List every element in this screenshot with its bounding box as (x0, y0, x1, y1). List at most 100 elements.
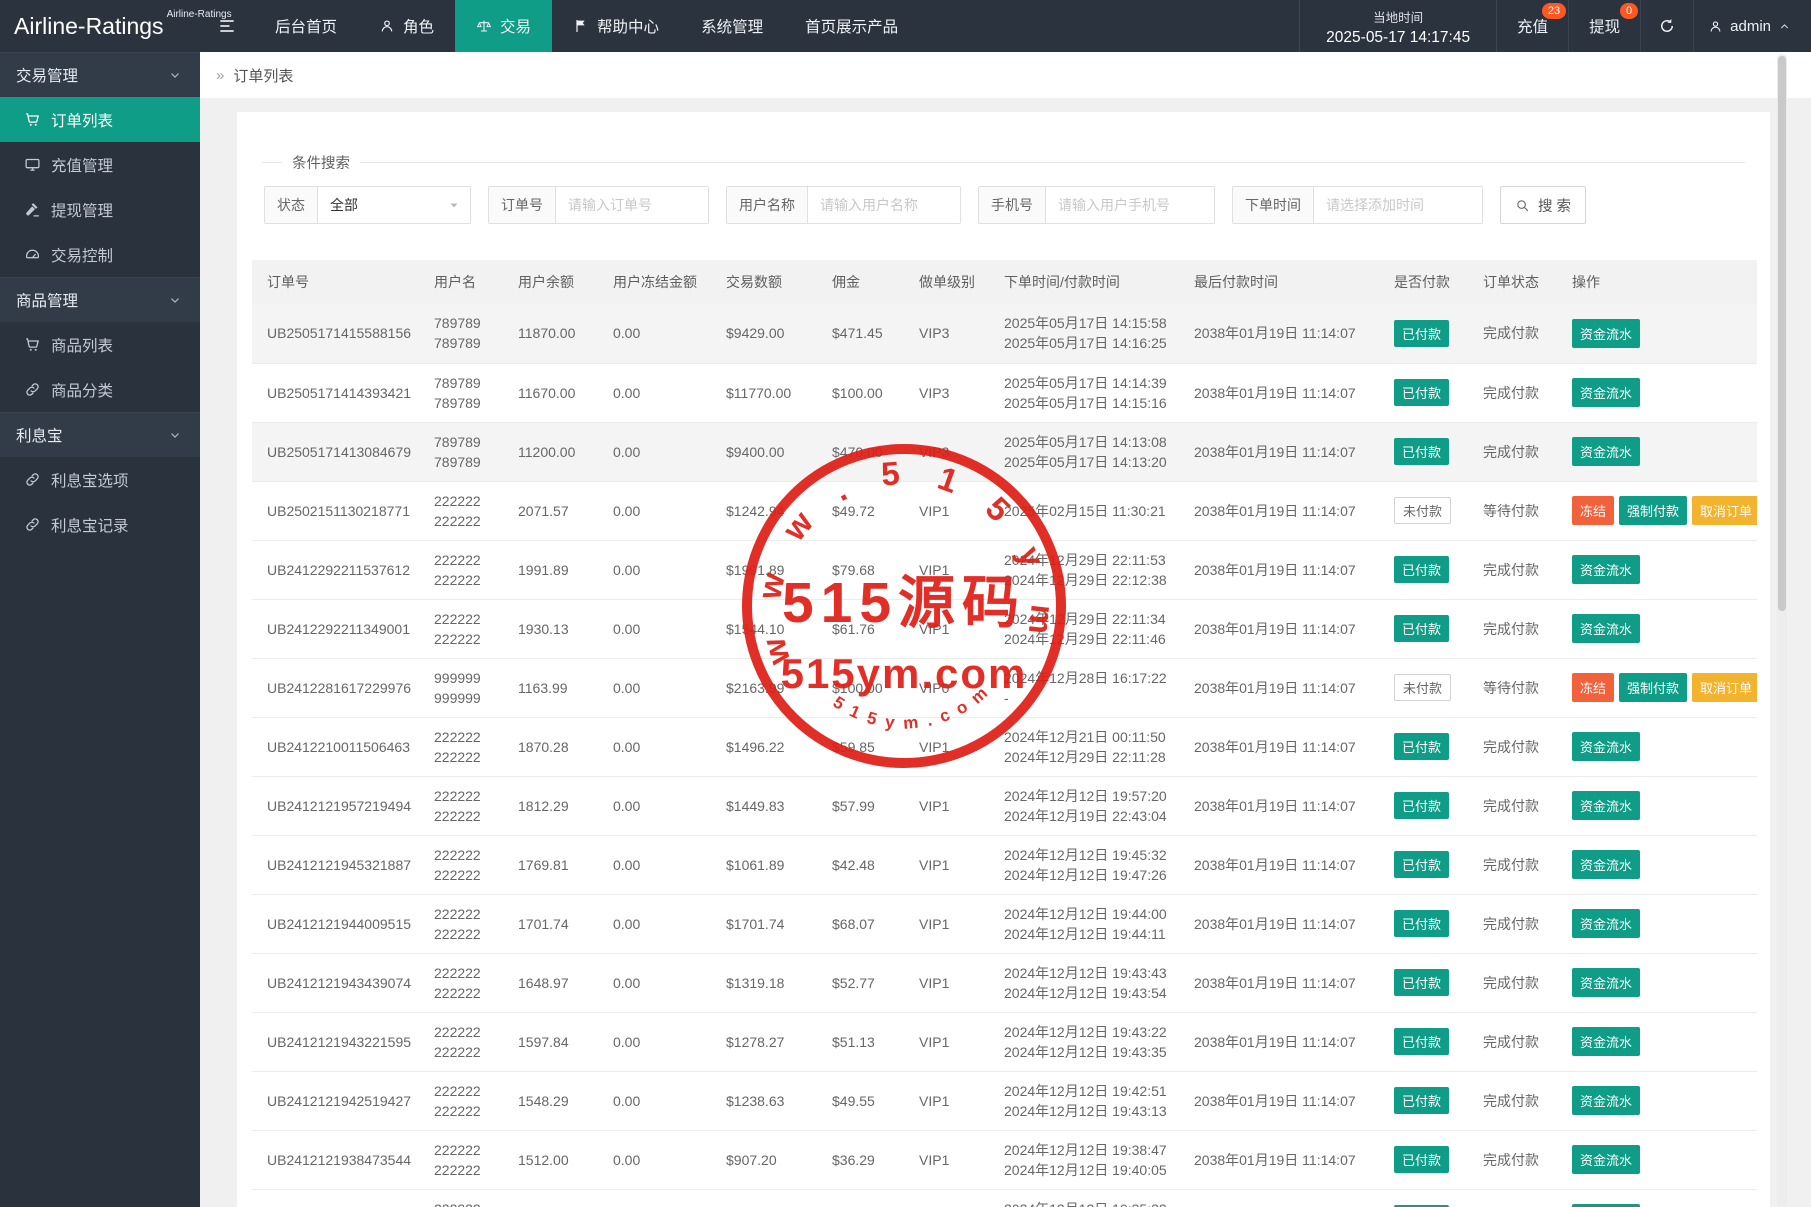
sidebar-item-recharge-mgmt[interactable]: 充值管理 (0, 142, 200, 187)
nav-item-roles[interactable]: 角色 (358, 0, 455, 52)
action-cancel-button[interactable]: 取消订单 (1692, 673, 1757, 702)
table-header-row: 订单号 用户名 用户余额 用户冻结金额 交易数额 佣金 做单级别 下单时间/付款时间 最后付款时… (252, 260, 1757, 304)
hamburger-icon (217, 16, 237, 36)
sidebar-group-trade-mgmt[interactable]: 交易管理 (0, 52, 200, 97)
column-header: 订单状态 (1468, 260, 1557, 304)
search-button[interactable]: 搜 索 (1500, 186, 1587, 224)
cell-username: 222222222222 (419, 953, 503, 1013)
cell-order-time: 2025年05月17日 14:13:08 2025年05月17日 14:13:20 (989, 422, 1179, 482)
action-flow-button[interactable]: 资金流水 (1572, 614, 1641, 643)
action-flow-button[interactable]: 资金流水 (1572, 850, 1641, 879)
cell-level: VIP1 (904, 894, 989, 954)
cell-last-pay-time: 2038年01月19日 11:14:07 (1179, 1130, 1379, 1190)
sidebar-toggle-button[interactable] (200, 0, 254, 52)
sidebar-item-lixibao-options[interactable]: 利息宝选项 (0, 457, 200, 502)
sidebar-group-lixibao[interactable]: 利息宝 (0, 412, 200, 457)
action-flow-button[interactable]: 资金流水 (1572, 968, 1641, 997)
column-header: 交易数额 (711, 260, 817, 304)
cell-commission: $59.85 (817, 717, 904, 777)
column-header: 是否付款 (1379, 260, 1468, 304)
action-flow-button[interactable]: 资金流水 (1572, 909, 1641, 938)
page-scrollbar[interactable] (1777, 54, 1787, 1207)
cell-amount: $1278.27 (711, 1012, 817, 1072)
action-force-button[interactable]: 强制付款 (1619, 673, 1688, 702)
action-flow-button[interactable]: 资金流水 (1572, 1027, 1641, 1056)
cell-frozen: 0.00 (598, 658, 711, 718)
cell-username: 222222222222 (419, 717, 503, 777)
cell-amount: $2163.99 (711, 658, 817, 718)
cell-last-pay-time: 2038年01月19日 11:14:07 (1179, 1071, 1379, 1131)
sidebar-item-label: 订单列表 (51, 112, 114, 130)
refresh-button[interactable] (1641, 0, 1695, 52)
cell-commission: $36.29 (817, 1130, 904, 1190)
sidebar-item-goods-category[interactable]: 商品分类 (0, 367, 200, 412)
nav-item-label: 交易 (500, 19, 532, 36)
withdraw-label: 提现 (1589, 19, 1621, 36)
cell-actions: 资金流水 (1557, 894, 1757, 954)
nav-item-home-products[interactable]: 首页展示产品 (784, 0, 919, 52)
cell-last-pay-time: 2038年01月19日 11:14:07 (1179, 776, 1379, 836)
order-no-input[interactable] (556, 187, 708, 223)
nav-item-system[interactable]: 系统管理 (680, 0, 784, 52)
action-flow-button[interactable]: 资金流水 (1572, 318, 1641, 348)
sidebar-item-goods-list[interactable]: 商品列表 (0, 322, 200, 367)
monitor-icon (24, 156, 41, 173)
sidebar-group-label: 利息宝 (16, 428, 63, 445)
sidebar-item-trade-control[interactable]: 交易控制 (0, 232, 200, 277)
username-input[interactable] (808, 187, 960, 223)
cell-balance: 1870.28 (503, 717, 598, 777)
user-menu[interactable]: admin (1694, 0, 1811, 52)
column-header: 下单时间/付款时间 (989, 260, 1179, 304)
cell-username: 789789 789789 (419, 304, 503, 364)
cart-icon (24, 111, 41, 128)
nav-item-help[interactable]: 帮助中心 (552, 0, 680, 52)
cell-last-pay-time: 2038年01月19日 11:14:07 (1179, 481, 1379, 541)
action-flow-button[interactable]: 资金流水 (1572, 791, 1641, 820)
action-freeze-button[interactable]: 冻结 (1572, 496, 1615, 525)
cell-username: 222222222222 (419, 1071, 503, 1131)
nav-item-home[interactable]: 后台首页 (254, 0, 358, 52)
cell-level: VIP3 (904, 422, 989, 482)
cell-order-status: 完成付款 (1468, 1189, 1557, 1207)
nav-item-trade[interactable]: 交易 (455, 0, 553, 52)
cell-amount: $1242.94 (711, 481, 817, 541)
action-flow-button[interactable]: 资金流水 (1572, 732, 1641, 761)
phone-input[interactable] (1046, 187, 1214, 223)
cell-paid: 已付款 (1379, 422, 1468, 482)
cell-username: 222222222222 (419, 835, 503, 895)
link-icon (24, 516, 41, 533)
action-flow-button[interactable]: 资金流水 (1572, 378, 1641, 407)
sidebar-item-lixibao-records[interactable]: 利息宝记录 (0, 502, 200, 547)
cell-paid: 未付款 (1379, 481, 1468, 541)
withdraw-button[interactable]: 提现 0 (1569, 0, 1642, 52)
action-force-button[interactable]: 强制付款 (1619, 496, 1688, 525)
order-time-input[interactable] (1314, 187, 1482, 223)
action-cancel-button[interactable]: 取消订单 (1692, 496, 1757, 525)
column-header: 操作 (1557, 260, 1757, 304)
status-select[interactable]: 全部 (318, 187, 470, 223)
paid-status-badge: 已付款 (1394, 1028, 1450, 1055)
cell-level: VIP0 (904, 1189, 989, 1207)
cell-paid: 已付款 (1379, 599, 1468, 659)
cell-username: 222222222222 (419, 599, 503, 659)
cell-balance: 1812.29 (503, 776, 598, 836)
sidebar-group-goods-mgmt[interactable]: 商品管理 (0, 277, 200, 322)
table-row: UB2505171415588156 789789 789789 11870.00 0.… (252, 304, 1757, 364)
action-flow-button[interactable]: 资金流水 (1572, 1086, 1641, 1115)
column-header: 佣金 (817, 260, 904, 304)
recharge-button[interactable]: 充值 23 (1497, 0, 1570, 52)
app-logo[interactable]: Airline-Ratings Airline-Ratings (0, 0, 232, 52)
action-freeze-button[interactable]: 冻结 (1572, 673, 1615, 702)
table-row: UB2412292211349001 222222 222222 1930.13 0.0… (252, 599, 1757, 659)
cell-last-pay-time: 2038年01月19日 11:14:07 (1179, 717, 1379, 777)
action-flow-button[interactable]: 资金流水 (1572, 555, 1641, 584)
sidebar-item-withdraw-mgmt[interactable]: 提现管理 (0, 187, 200, 232)
cell-frozen: 0.00 (598, 1012, 711, 1072)
scrollbar-thumb[interactable] (1778, 56, 1786, 611)
nav-item-label: 角色 (403, 19, 435, 36)
action-flow-button[interactable]: 资金流水 (1572, 437, 1641, 466)
action-flow-button[interactable]: 资金流水 (1572, 1145, 1641, 1174)
sidebar-item-order-list[interactable]: 订单列表 (0, 97, 200, 142)
cell-last-pay-time: 2038年01月19日 11:14:07 (1179, 540, 1379, 600)
cell-balance: 1548.29 (503, 1071, 598, 1131)
